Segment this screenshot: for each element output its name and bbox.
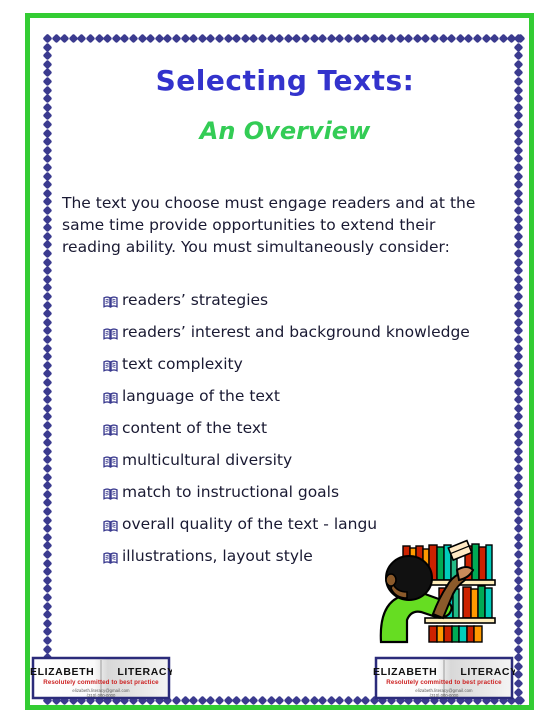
logo-name-second: LITERACY <box>460 666 515 678</box>
logo-name-first: ELIZABETH <box>30 666 95 678</box>
logo-tagline: Resolutely committed to best practice <box>43 679 159 686</box>
bullet-label: readers’ strategies <box>122 291 269 309</box>
slide-title: Selecting Texts: <box>155 64 415 97</box>
logo-name-second: LITERACY <box>117 666 172 678</box>
open-book-icon <box>103 421 118 436</box>
open-book-icon <box>103 293 118 308</box>
bullet-item: text complexity <box>103 354 493 375</box>
open-book-icon <box>103 357 118 372</box>
bullet-item: readers’ interest and background knowled… <box>103 322 493 343</box>
intro-paragraph: The text you choose must engage readers … <box>62 194 476 256</box>
bullet-item: match to instructional goals <box>103 482 493 503</box>
open-book-icon <box>103 485 118 500</box>
bullet-item: multicultural diversity <box>103 450 493 471</box>
child-ear <box>385 573 397 587</box>
slide-subtitle: An Overview <box>199 117 371 145</box>
dotted-border-left <box>42 33 53 706</box>
logo-name-line: ELIZABETH LITERACY <box>373 666 515 678</box>
open-book-icon <box>103 549 118 564</box>
bullet-label: text complexity <box>122 355 243 373</box>
slide-canvas: Selecting Texts: An Overview The text yo… <box>0 0 540 720</box>
open-book-icon <box>103 389 118 404</box>
footer-logo-right: ELIZABETH LITERACY Resolutely committed … <box>373 655 515 701</box>
bullet-label: multicultural diversity <box>122 451 293 469</box>
bullet-item: overall quality of the text - langu <box>103 514 493 535</box>
child-bookshelf-svg <box>379 539 496 644</box>
logo-name-line: ELIZABETH LITERACY <box>30 666 172 678</box>
logo-contact-phone: (310) 000-0000 <box>86 693 116 698</box>
open-book-icon <box>103 325 118 340</box>
bullet-label: illustrations, layout style <box>122 547 313 565</box>
logo-tagline: Resolutely committed to best practice <box>386 679 502 686</box>
open-book-icon <box>103 453 118 468</box>
dotted-border-right <box>513 33 524 706</box>
dotted-border-top <box>42 33 526 44</box>
logo-contact-phone: (310) 000-0000 <box>429 693 459 698</box>
bottom-shelf-books <box>428 625 483 643</box>
bullet-item: readers’ strategies <box>103 290 493 311</box>
bullet-label: overall quality of the text - langu <box>122 515 378 533</box>
consideration-bullet-list: readers’ strategies readers’ interest and… <box>103 290 493 578</box>
logo-name-first: ELIZABETH <box>373 666 438 678</box>
open-book-icon <box>103 517 118 532</box>
footer-logo-left: ELIZABETH LITERACY Resolutely committed … <box>30 655 172 701</box>
bullet-item: language of the text <box>103 386 493 407</box>
bullet-label: match to instructional goals <box>122 483 340 501</box>
bullet-label: content of the text <box>122 419 268 437</box>
bullet-label: readers’ interest and background knowled… <box>122 323 470 341</box>
child-bookshelf-illustration <box>377 536 497 646</box>
bullet-item: content of the text <box>103 418 493 439</box>
bullet-label: language of the text <box>122 387 280 405</box>
